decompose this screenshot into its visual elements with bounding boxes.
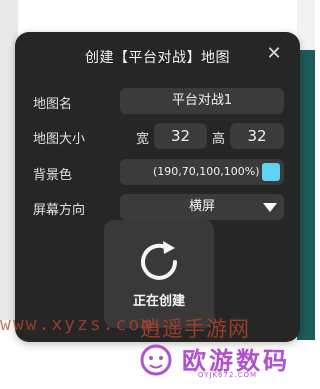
map-size-label: 地图大小: [33, 132, 86, 147]
height-input[interactable]: 32: [230, 123, 284, 149]
width-label: 宽: [136, 132, 150, 147]
map-name-input[interactable]: 平台对战1: [120, 88, 284, 114]
brand-logo-icon: [140, 344, 172, 376]
watermark-url: www.xyzs.com: [0, 314, 155, 335]
background-color-label: 背景色: [33, 168, 73, 183]
orientation-value: 横屏: [188, 199, 215, 214]
orientation-label: 屏幕方向: [33, 203, 86, 218]
close-icon[interactable]: ✕: [264, 44, 284, 64]
loading-overlay: 正在创建: [104, 220, 214, 328]
height-label: 高: [212, 132, 226, 147]
orientation-select[interactable]: 横屏: [120, 194, 284, 220]
refresh-icon: [141, 241, 177, 280]
chevron-down-icon: [263, 203, 277, 212]
dialog-title: 创建【平台对战】地图: [85, 50, 230, 66]
map-name-label: 地图名: [33, 97, 73, 112]
width-input[interactable]: 32: [154, 123, 207, 149]
brand-domain: OYJK672.COM: [198, 371, 258, 379]
background-color-value: (190,70,100,100%): [153, 165, 260, 178]
loading-text: 正在创建: [132, 294, 185, 309]
watermark-site-name: 逍遥手游网: [140, 317, 250, 341]
color-swatch[interactable]: [262, 163, 280, 181]
background-color-field[interactable]: (190,70,100,100%): [120, 159, 284, 185]
